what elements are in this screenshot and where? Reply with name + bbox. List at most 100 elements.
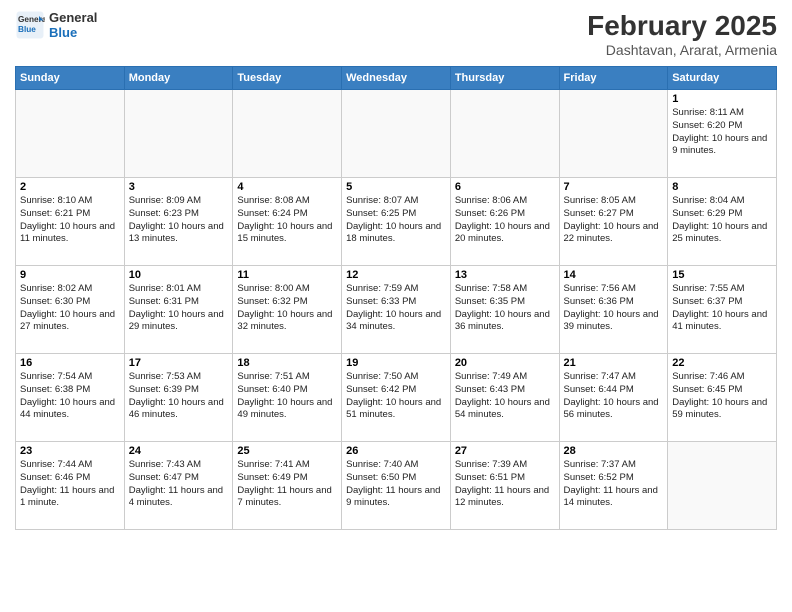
day-info: Sunrise: 7:44 AM Sunset: 6:46 PM Dayligh… xyxy=(20,459,120,510)
day-info: Sunrise: 8:11 AM Sunset: 6:20 PM Dayligh… xyxy=(672,107,772,158)
header-day-monday: Monday xyxy=(124,67,233,90)
day-number: 1 xyxy=(672,93,772,105)
day-info: Sunrise: 7:53 AM Sunset: 6:39 PM Dayligh… xyxy=(129,371,229,422)
day-info: Sunrise: 7:37 AM Sunset: 6:52 PM Dayligh… xyxy=(564,459,664,510)
day-cell: 14 Sunrise: 7:56 AM Sunset: 6:36 PM Dayli… xyxy=(559,266,668,354)
day-cell: 6 Sunrise: 8:06 AM Sunset: 6:26 PM Daylig… xyxy=(450,178,559,266)
day-number: 21 xyxy=(564,357,664,369)
day-info: Sunrise: 7:54 AM Sunset: 6:38 PM Dayligh… xyxy=(20,371,120,422)
day-number: 24 xyxy=(129,445,229,457)
day-cell xyxy=(559,90,668,178)
day-cell: 3Sunrise: 8:09 AM Sunset: 6:23 PM Daylig… xyxy=(124,178,233,266)
logo-text: General Blue xyxy=(49,10,97,40)
day-number: 25 xyxy=(237,445,337,457)
day-cell: 18 Sunrise: 7:51 AM Sunset: 6:40 PM Dayli… xyxy=(233,354,342,442)
day-info: Sunrise: 8:00 AM Sunset: 6:32 PM Dayligh… xyxy=(237,283,337,334)
day-info: Sunrise: 8:06 AM Sunset: 6:26 PM Dayligh… xyxy=(455,195,555,246)
week-row-2: 2 Sunrise: 8:10 AM Sunset: 6:21 PM Daylig… xyxy=(16,178,777,266)
day-number: 7 xyxy=(564,181,664,193)
day-cell: 19Sunrise: 7:50 AM Sunset: 6:42 PM Dayli… xyxy=(342,354,451,442)
header-day-sunday: Sunday xyxy=(16,67,125,90)
day-info: Sunrise: 8:07 AM Sunset: 6:25 PM Dayligh… xyxy=(346,195,446,246)
day-cell xyxy=(342,90,451,178)
day-number: 4 xyxy=(237,181,337,193)
day-info: Sunrise: 8:02 AM Sunset: 6:30 PM Dayligh… xyxy=(20,283,120,334)
day-cell xyxy=(668,442,777,530)
day-cell xyxy=(233,90,342,178)
day-number: 3 xyxy=(129,181,229,193)
day-cell: 27 Sunrise: 7:39 AM Sunset: 6:51 PM Dayli… xyxy=(450,442,559,530)
day-info: Sunrise: 7:58 AM Sunset: 6:35 PM Dayligh… xyxy=(455,283,555,334)
day-cell: 17 Sunrise: 7:53 AM Sunset: 6:39 PM Dayli… xyxy=(124,354,233,442)
week-row-3: 9Sunrise: 8:02 AM Sunset: 6:30 PM Daylig… xyxy=(16,266,777,354)
day-cell: 12 Sunrise: 7:59 AM Sunset: 6:33 PM Dayli… xyxy=(342,266,451,354)
svg-text:Blue: Blue xyxy=(18,25,36,34)
day-number: 12 xyxy=(346,269,446,281)
calendar: SundayMondayTuesdayWednesdayThursdayFrid… xyxy=(15,66,777,530)
week-row-1: 1 Sunrise: 8:11 AM Sunset: 6:20 PM Daylig… xyxy=(16,90,777,178)
day-cell: 22Sunrise: 7:46 AM Sunset: 6:45 PM Dayli… xyxy=(668,354,777,442)
day-cell: 15Sunrise: 7:55 AM Sunset: 6:37 PM Dayli… xyxy=(668,266,777,354)
day-number: 28 xyxy=(564,445,664,457)
day-info: Sunrise: 7:55 AM Sunset: 6:37 PM Dayligh… xyxy=(672,283,772,334)
subtitle: Dashtavan, Ararat, Armenia xyxy=(587,42,777,58)
header-day-tuesday: Tuesday xyxy=(233,67,342,90)
day-info: Sunrise: 7:56 AM Sunset: 6:36 PM Dayligh… xyxy=(564,283,664,334)
main-title: February 2025 xyxy=(587,10,777,42)
day-cell: 7 Sunrise: 8:05 AM Sunset: 6:27 PM Daylig… xyxy=(559,178,668,266)
header-day-wednesday: Wednesday xyxy=(342,67,451,90)
logo-blue-text: Blue xyxy=(49,25,97,40)
day-number: 17 xyxy=(129,357,229,369)
day-number: 26 xyxy=(346,445,446,457)
day-info: Sunrise: 8:04 AM Sunset: 6:29 PM Dayligh… xyxy=(672,195,772,246)
header-day-saturday: Saturday xyxy=(668,67,777,90)
day-info: Sunrise: 7:40 AM Sunset: 6:50 PM Dayligh… xyxy=(346,459,446,510)
day-number: 6 xyxy=(455,181,555,193)
day-info: Sunrise: 7:49 AM Sunset: 6:43 PM Dayligh… xyxy=(455,371,555,422)
day-cell: 20 Sunrise: 7:49 AM Sunset: 6:43 PM Dayli… xyxy=(450,354,559,442)
day-number: 20 xyxy=(455,357,555,369)
day-info: Sunrise: 7:47 AM Sunset: 6:44 PM Dayligh… xyxy=(564,371,664,422)
calendar-body: 1 Sunrise: 8:11 AM Sunset: 6:20 PM Daylig… xyxy=(16,90,777,530)
day-number: 27 xyxy=(455,445,555,457)
day-info: Sunrise: 8:01 AM Sunset: 6:31 PM Dayligh… xyxy=(129,283,229,334)
day-number: 23 xyxy=(20,445,120,457)
day-info: Sunrise: 7:46 AM Sunset: 6:45 PM Dayligh… xyxy=(672,371,772,422)
day-number: 2 xyxy=(20,181,120,193)
day-cell xyxy=(124,90,233,178)
day-cell xyxy=(450,90,559,178)
logo: General Blue General Blue xyxy=(15,10,97,40)
day-cell: 23 Sunrise: 7:44 AM Sunset: 6:46 PM Dayli… xyxy=(16,442,125,530)
calendar-header: SundayMondayTuesdayWednesdayThursdayFrid… xyxy=(16,67,777,90)
day-cell: 4 Sunrise: 8:08 AM Sunset: 6:24 PM Daylig… xyxy=(233,178,342,266)
day-cell: 5Sunrise: 8:07 AM Sunset: 6:25 PM Daylig… xyxy=(342,178,451,266)
day-info: Sunrise: 7:59 AM Sunset: 6:33 PM Dayligh… xyxy=(346,283,446,334)
day-info: Sunrise: 8:05 AM Sunset: 6:27 PM Dayligh… xyxy=(564,195,664,246)
day-cell: 1 Sunrise: 8:11 AM Sunset: 6:20 PM Daylig… xyxy=(668,90,777,178)
day-cell: 28 Sunrise: 7:37 AM Sunset: 6:52 PM Dayli… xyxy=(559,442,668,530)
day-cell: 11 Sunrise: 8:00 AM Sunset: 6:32 PM Dayli… xyxy=(233,266,342,354)
page: General Blue General Blue February 2025 … xyxy=(0,0,792,612)
day-number: 18 xyxy=(237,357,337,369)
day-cell: 10Sunrise: 8:01 AM Sunset: 6:31 PM Dayli… xyxy=(124,266,233,354)
header: General Blue General Blue February 2025 … xyxy=(15,10,777,58)
day-cell: 8 Sunrise: 8:04 AM Sunset: 6:29 PM Daylig… xyxy=(668,178,777,266)
day-number: 14 xyxy=(564,269,664,281)
day-info: Sunrise: 7:43 AM Sunset: 6:47 PM Dayligh… xyxy=(129,459,229,510)
day-cell: 26 Sunrise: 7:40 AM Sunset: 6:50 PM Dayli… xyxy=(342,442,451,530)
day-info: Sunrise: 8:10 AM Sunset: 6:21 PM Dayligh… xyxy=(20,195,120,246)
day-info: Sunrise: 7:39 AM Sunset: 6:51 PM Dayligh… xyxy=(455,459,555,510)
day-cell: 21 Sunrise: 7:47 AM Sunset: 6:44 PM Dayli… xyxy=(559,354,668,442)
day-info: Sunrise: 8:08 AM Sunset: 6:24 PM Dayligh… xyxy=(237,195,337,246)
day-cell: 2 Sunrise: 8:10 AM Sunset: 6:21 PM Daylig… xyxy=(16,178,125,266)
day-number: 16 xyxy=(20,357,120,369)
header-row: SundayMondayTuesdayWednesdayThursdayFrid… xyxy=(16,67,777,90)
header-day-friday: Friday xyxy=(559,67,668,90)
day-cell: 25Sunrise: 7:41 AM Sunset: 6:49 PM Dayli… xyxy=(233,442,342,530)
day-number: 8 xyxy=(672,181,772,193)
day-info: Sunrise: 7:50 AM Sunset: 6:42 PM Dayligh… xyxy=(346,371,446,422)
logo-icon: General Blue xyxy=(15,10,45,40)
day-info: Sunrise: 7:51 AM Sunset: 6:40 PM Dayligh… xyxy=(237,371,337,422)
day-number: 11 xyxy=(237,269,337,281)
day-cell: 9Sunrise: 8:02 AM Sunset: 6:30 PM Daylig… xyxy=(16,266,125,354)
